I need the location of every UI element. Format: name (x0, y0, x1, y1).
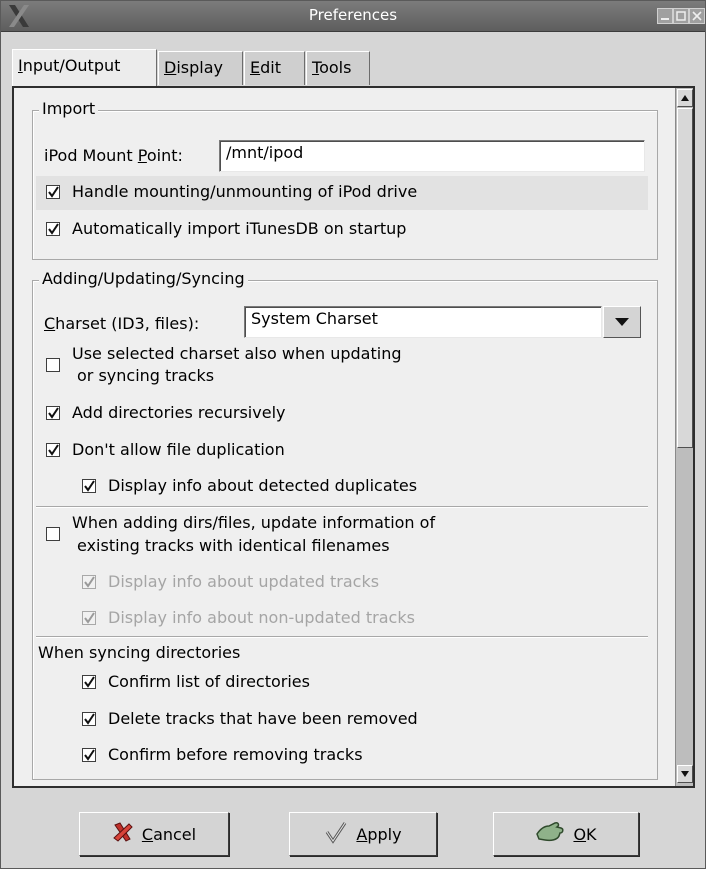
use-charset-checkbox[interactable] (46, 358, 60, 372)
use-charset-label-line1: Use selected charset also when updating (72, 344, 402, 363)
delete-removed-label: Delete tracks that have been removed (108, 709, 418, 728)
charset-label-part: harset (ID3, files): (55, 314, 200, 333)
apply-mnemonic: A (356, 824, 368, 844)
no-duplication-label: Don't allow file duplication (72, 440, 285, 459)
show-updated-checkbox[interactable] (82, 575, 96, 589)
confirm-dirs-label: Confirm list of directories (108, 672, 310, 691)
show-updated-label: Display info about updated tracks (108, 572, 380, 591)
handle-mount-label: Handle mounting/unmounting of iPod drive (72, 182, 418, 201)
update-info-label-line2: existing tracks with identical filenames (77, 536, 390, 555)
charset-label: Charset (ID3, files): (44, 314, 199, 333)
mount-point-input[interactable]: /mnt/ipod (219, 140, 645, 172)
adding-frame-title: Adding/Updating/Syncing (39, 269, 248, 288)
ok-button[interactable]: OK (493, 812, 639, 856)
separator (36, 506, 648, 508)
window-title: Preferences (308, 6, 398, 24)
cancel-mnemonic: C (141, 824, 154, 844)
notebook-page: Import iPod Mount Point: /mnt/ipod Handl… (12, 86, 695, 788)
mount-label-part: oint: (146, 146, 183, 165)
scrollbar-thumb[interactable] (677, 108, 693, 448)
no-duplication-checkbox[interactable] (46, 443, 60, 457)
show-nonupdated-checkbox[interactable] (82, 611, 96, 625)
separator (36, 636, 648, 638)
close-icon[interactable] (689, 8, 705, 24)
apply-button[interactable]: Apply (289, 812, 437, 856)
confirm-remove-checkbox[interactable] (82, 748, 96, 762)
minimize-icon[interactable] (657, 8, 673, 24)
tab-display[interactable]: Display (158, 51, 243, 85)
import-frame-title: Import (39, 99, 99, 118)
delete-removed-checkbox[interactable] (82, 712, 96, 726)
ok-hand-icon (535, 820, 565, 848)
ok-mnemonic: O (573, 824, 587, 844)
cancel-button[interactable]: Cancel (79, 812, 229, 856)
tab-mnemonic: E (250, 58, 261, 77)
apply-label: Apply (356, 825, 401, 844)
tab-label: ools (319, 58, 352, 77)
red-x-icon (112, 821, 134, 847)
apply-label-part: pply (367, 824, 402, 844)
vertical-scrollbar[interactable] (675, 88, 693, 786)
mount-label-part: iPod Mount (44, 146, 138, 165)
tab-label: dit (260, 58, 281, 77)
confirm-remove-label: Confirm before removing tracks (108, 745, 363, 764)
confirm-dirs-checkbox[interactable] (82, 675, 96, 689)
tab-mnemonic: T (312, 58, 320, 77)
update-info-checkbox[interactable] (46, 527, 60, 541)
show-duplicates-label: Display info about detected duplicates (108, 476, 418, 495)
scroll-down-icon[interactable] (677, 765, 693, 783)
maximize-icon[interactable] (673, 8, 689, 24)
ok-label-part: K (586, 824, 597, 844)
check-hand-icon (324, 820, 348, 848)
title-bar[interactable]: Preferences (1, 1, 705, 32)
scroll-up-icon[interactable] (677, 89, 693, 107)
tab-tools[interactable]: Tools (306, 51, 370, 85)
mount-label-mnemonic: P (137, 146, 147, 165)
tab-mnemonic: D (164, 58, 177, 77)
show-duplicates-checkbox[interactable] (82, 479, 96, 493)
cancel-label: Cancel (142, 825, 196, 844)
charset-mnemonic: C (44, 314, 56, 333)
scroll-content: Import iPod Mount Point: /mnt/ipod Handl… (14, 88, 675, 786)
tab-input-output[interactable]: Input/Output (12, 49, 157, 87)
handle-mount-checkbox[interactable] (46, 185, 60, 199)
tab-label: nput/Output (22, 56, 121, 75)
update-info-label-line1: When adding dirs/files, update informati… (72, 513, 436, 532)
chevron-down-icon[interactable] (603, 306, 641, 338)
auto-import-label: Automatically import iTunesDB on startup (72, 219, 407, 238)
add-recursive-checkbox[interactable] (46, 406, 60, 420)
tab-label: isplay (176, 58, 223, 77)
charset-combo-input[interactable]: System Charset (244, 306, 602, 338)
tab-edit[interactable]: Edit (244, 51, 305, 85)
preferences-window: Preferences Input/Output Display Edit To… (0, 0, 706, 869)
auto-import-checkbox[interactable] (46, 222, 60, 236)
sync-heading: When syncing directories (38, 643, 241, 662)
add-recursive-label: Add directories recursively (72, 403, 286, 422)
cancel-label-part: ancel (153, 824, 197, 844)
mount-point-label: iPod Mount Point: (44, 146, 183, 165)
use-charset-label-line2: or syncing tracks (77, 366, 215, 385)
ok-label: OK (573, 825, 596, 844)
show-nonupdated-label: Display info about non-updated tracks (108, 608, 415, 627)
